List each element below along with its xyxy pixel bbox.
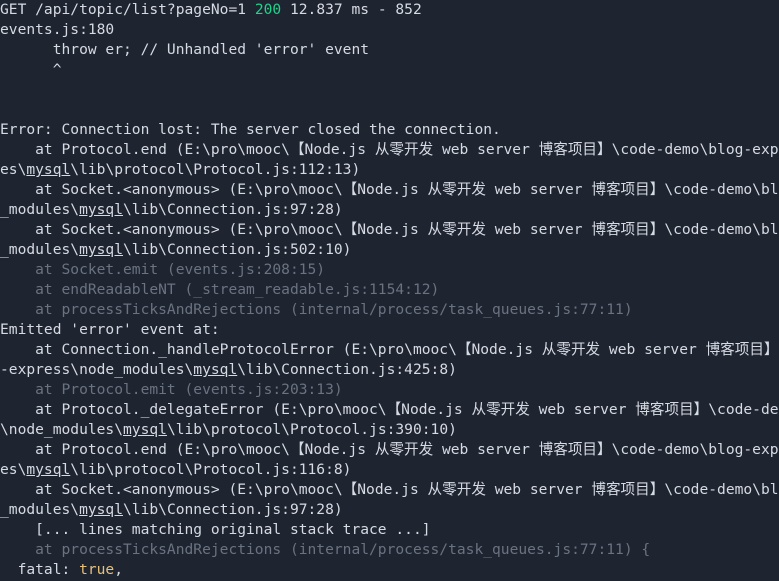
terminal-line: throw er; // Unhandled 'error' event xyxy=(0,40,779,60)
terminal-text-segment: _modules\ xyxy=(0,501,80,518)
terminal-text-segment: Error: Connection lost: The server close… xyxy=(0,121,501,138)
terminal-text-segment: \lib\Connection.js:502:10) xyxy=(123,241,352,258)
terminal-text-segment: \lib\Connection.js:97:28) xyxy=(123,501,343,518)
terminal-text-segment: at endReadableNT (_stream_readable.js:11… xyxy=(0,281,440,298)
terminal-line: [... lines matching original stack trace… xyxy=(0,520,779,540)
terminal-line: at Protocol.emit (events.js:203:13) xyxy=(0,380,779,400)
terminal-text-segment: es\ xyxy=(0,161,27,178)
terminal-text-segment: at Socket.<anonymous> (E:\pro\mooc\【Node… xyxy=(0,481,779,498)
terminal-lines: GET /api/topic/list?pageNo=1 200 12.837 … xyxy=(0,0,779,581)
terminal-line: at Connection._handleProtocolError (E:\p… xyxy=(0,340,779,360)
terminal-text-segment: at processTicksAndRejections (internal/p… xyxy=(0,301,633,318)
terminal-line: at Protocol.end (E:\pro\mooc\【Node.js 从零… xyxy=(0,440,779,460)
terminal-line: ^ xyxy=(0,60,779,80)
terminal-line: at Socket.<anonymous> (E:\pro\mooc\【Node… xyxy=(0,480,779,500)
terminal-text-segment: at Protocol.end (E:\pro\mooc\【Node.js 从零… xyxy=(0,441,779,458)
terminal-text-segment: at processTicksAndRejections (internal/p… xyxy=(0,541,651,558)
module-name-link[interactable]: mysql xyxy=(79,241,123,258)
terminal-text-segment: \lib\Connection.js:425:8) xyxy=(237,361,457,378)
terminal-text-segment: throw er; // Unhandled 'error' event xyxy=(0,41,370,58)
module-name-link[interactable]: mysql xyxy=(193,361,237,378)
terminal-line: at Socket.<anonymous> (E:\pro\mooc\【Node… xyxy=(0,220,779,240)
terminal-text-segment: fatal: xyxy=(0,561,80,578)
terminal-text-segment: [... lines matching original stack trace… xyxy=(0,521,431,538)
terminal-text-segment: ^ xyxy=(0,61,62,78)
terminal-text-segment: at Socket.emit (events.js:208:15) xyxy=(0,261,326,278)
terminal-line: es\mysql\lib\protocol\Protocol.js:112:13… xyxy=(0,160,779,180)
terminal-line: at endReadableNT (_stream_readable.js:11… xyxy=(0,280,779,300)
terminal-line: es\mysql\lib\protocol\Protocol.js:116:8) xyxy=(0,460,779,480)
terminal-text-segment: at Socket.<anonymous> (E:\pro\mooc\【Node… xyxy=(0,181,779,198)
terminal-line: at processTicksAndRejections (internal/p… xyxy=(0,300,779,320)
module-name-link[interactable]: mysql xyxy=(79,501,123,518)
terminal-text-segment: _modules\ xyxy=(0,241,80,258)
module-name-link[interactable]: mysql xyxy=(26,461,70,478)
terminal-text-segment: \lib\protocol\Protocol.js:112:13) xyxy=(70,161,361,178)
terminal-line: _modules\mysql\lib\Connection.js:502:10) xyxy=(0,240,779,260)
module-name-link[interactable]: mysql xyxy=(79,201,123,218)
terminal-text-segment: Emitted 'error' event at: xyxy=(0,321,220,338)
terminal-line: at Socket.emit (events.js:208:15) xyxy=(0,260,779,280)
terminal-output-pane[interactable]: GET /api/topic/list?pageNo=1 200 12.837 … xyxy=(0,0,779,581)
terminal-text-segment: es\ xyxy=(0,461,27,478)
terminal-text-segment: at Socket.<anonymous> (E:\pro\mooc\【Node… xyxy=(0,221,779,238)
terminal-text-segment: 12.837 ms - 852 xyxy=(281,1,422,18)
terminal-text-segment: 200 xyxy=(254,1,282,18)
terminal-line: at Protocol.end (E:\pro\mooc\【Node.js 从零… xyxy=(0,140,779,160)
terminal-text-segment: , xyxy=(114,561,124,578)
terminal-text-segment: _modules\ xyxy=(0,201,80,218)
terminal-text-segment: events.js:180 xyxy=(0,21,115,38)
terminal-line: -express\node_modules\mysql\lib\Connecti… xyxy=(0,360,779,380)
terminal-text-segment: true xyxy=(79,561,115,578)
terminal-text-segment: \lib\protocol\Protocol.js:116:8) xyxy=(70,461,352,478)
module-name-link[interactable]: mysql xyxy=(123,421,167,438)
terminal-text-segment: GET /api/topic/list?pageNo=1 xyxy=(0,1,255,18)
terminal-text-segment: at Protocol._delegateError (E:\pro\mooc\… xyxy=(0,401,779,418)
terminal-line: Emitted 'error' event at: xyxy=(0,320,779,340)
terminal-line: at Protocol._delegateError (E:\pro\mooc\… xyxy=(0,400,779,420)
terminal-text-segment: -express\node_modules\ xyxy=(0,361,194,378)
terminal-line: fatal: true, xyxy=(0,560,779,580)
terminal-line: at Socket.<anonymous> (E:\pro\mooc\【Node… xyxy=(0,180,779,200)
terminal-line: Error: Connection lost: The server close… xyxy=(0,120,779,140)
terminal-line: _modules\mysql\lib\Connection.js:97:28) xyxy=(0,200,779,220)
terminal-line: _modules\mysql\lib\Connection.js:97:28) xyxy=(0,500,779,520)
terminal-line: GET /api/topic/list?pageNo=1 200 12.837 … xyxy=(0,0,779,20)
terminal-line: at processTicksAndRejections (internal/p… xyxy=(0,540,779,560)
terminal-text-segment: \node_modules\ xyxy=(0,421,124,438)
module-name-link[interactable]: mysql xyxy=(26,161,70,178)
terminal-text-segment: at Connection._handleProtocolError (E:\p… xyxy=(0,341,779,358)
terminal-text-segment: at Protocol.emit (events.js:203:13) xyxy=(0,381,343,398)
terminal-text-segment: at Protocol.end (E:\pro\mooc\【Node.js 从零… xyxy=(0,141,779,158)
terminal-text-segment: \lib\protocol\Protocol.js:390:10) xyxy=(166,421,457,438)
terminal-line: events.js:180 xyxy=(0,20,779,40)
terminal-line: \node_modules\mysql\lib\protocol\Protoco… xyxy=(0,420,779,440)
terminal-text-segment: \lib\Connection.js:97:28) xyxy=(123,201,343,218)
